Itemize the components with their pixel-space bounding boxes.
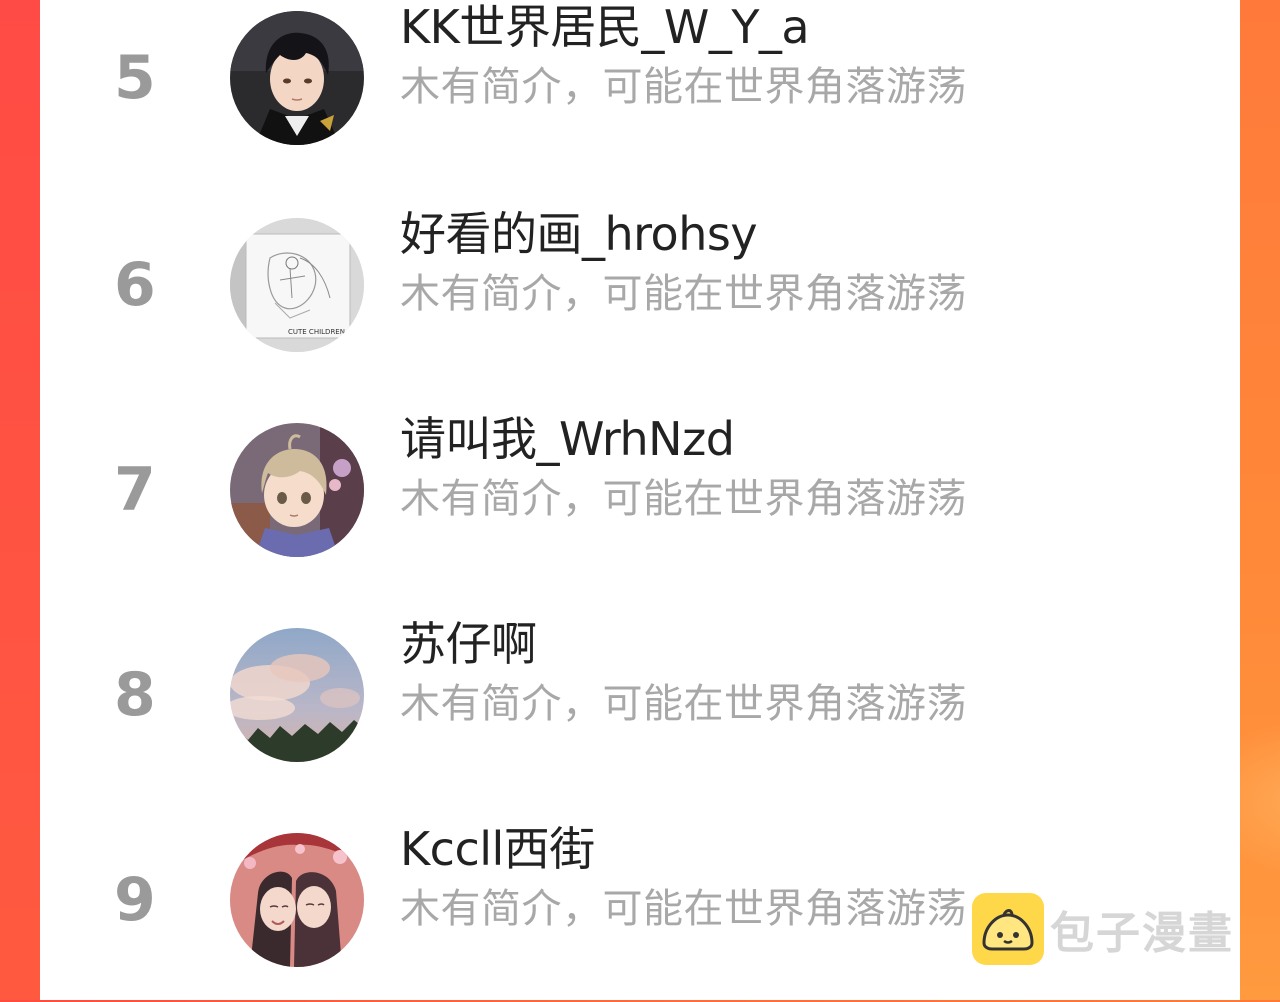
left-background-stripe: [0, 0, 40, 1000]
user-bio: 木有简介，可能在世界角落游荡: [400, 476, 967, 522]
avatar[interactable]: [230, 10, 364, 145]
anime-girls-avatar: [230, 832, 364, 967]
user-bio: 木有简介，可能在世界角落游荡: [400, 886, 967, 932]
avatar[interactable]: [230, 832, 364, 967]
list-item[interactable]: 7 请叫我_WrhNzd 木有简介，可能在世界角落游荡: [40, 387, 1240, 592]
rank-number: 7: [114, 454, 156, 525]
avatar[interactable]: CUTE CHILDREN: [230, 217, 364, 352]
sky-clouds-avatar: [230, 627, 364, 762]
user-bio: 木有简介，可能在世界角落游荡: [400, 681, 967, 727]
ranking-list: 5 KK世界居民_W_Y_a 木有简介，可能在世界角落游荡 6 CUTE CHI…: [40, 0, 1240, 1000]
user-name[interactable]: 请叫我_WrhNzd: [400, 403, 735, 469]
bun-logo-icon: [972, 893, 1044, 965]
sketch-drawing-avatar: CUTE CHILDREN: [230, 217, 364, 352]
user-name[interactable]: Kccll西街: [400, 813, 595, 879]
user-bio: 木有简介，可能在世界角落游荡: [400, 64, 967, 110]
user-name[interactable]: KK世界居民_W_Y_a: [400, 0, 810, 57]
watermark-text: 包子漫畫: [1050, 908, 1234, 959]
list-item[interactable]: 5 KK世界居民_W_Y_a 木有简介，可能在世界角落游荡: [40, 0, 1240, 180]
rank-number: 8: [114, 659, 156, 730]
anime-child-avatar: [230, 422, 364, 557]
right-background-stripe: [1190, 0, 1280, 1000]
user-name[interactable]: 好看的画_hrohsy: [400, 198, 758, 264]
anime-boy-avatar: [230, 10, 364, 145]
rank-number: 5: [114, 42, 156, 113]
watermark: 包子漫畫: [972, 893, 1234, 965]
user-name[interactable]: 苏仔啊: [400, 608, 537, 674]
rank-number: 6: [114, 249, 156, 320]
avatar[interactable]: [230, 422, 364, 557]
list-item[interactable]: 6 CUTE CHILDREN 好看的画_hrohsy 木有简介，可能在世界角落…: [40, 182, 1240, 387]
avatar[interactable]: [230, 627, 364, 762]
user-bio: 木有简介，可能在世界角落游荡: [400, 271, 967, 317]
avatar-caption: CUTE CHILDREN: [288, 328, 345, 336]
list-item[interactable]: 8 苏仔啊 木有简介，可能在世界角落游荡: [40, 592, 1240, 797]
rank-number: 9: [114, 864, 156, 935]
